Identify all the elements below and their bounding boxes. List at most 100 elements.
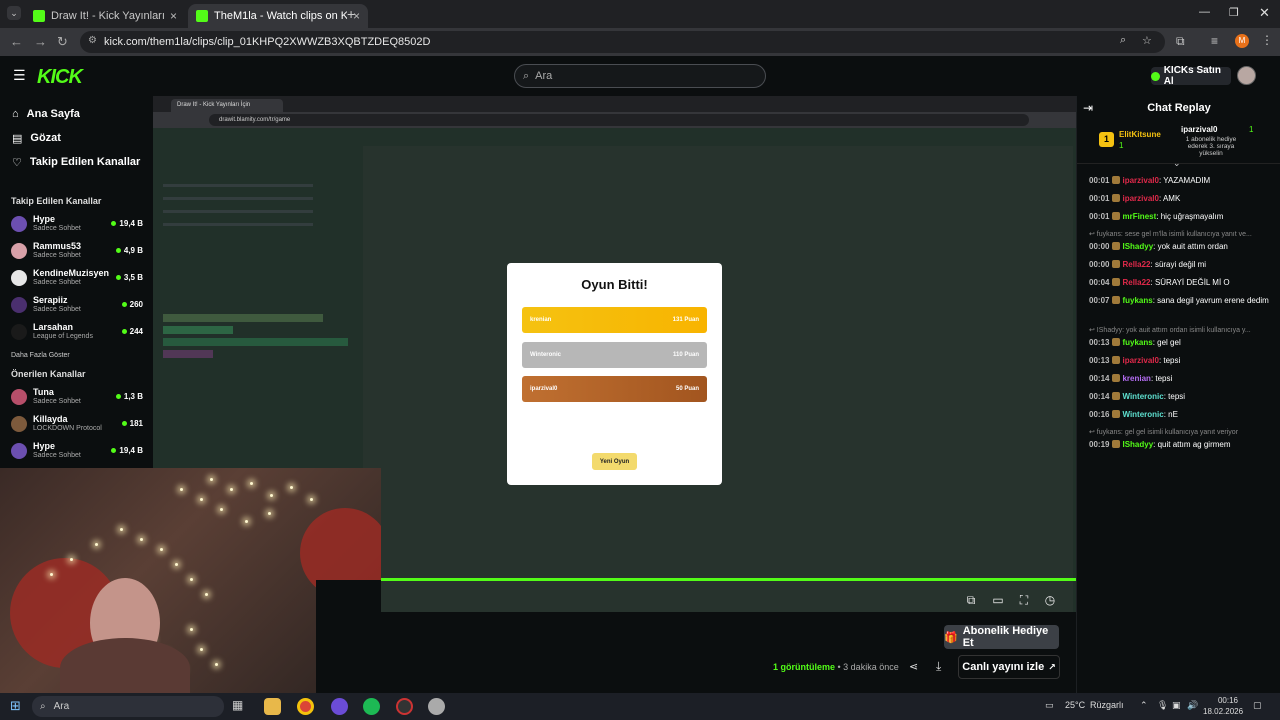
message-username[interactable]: Rella22 [1122,278,1150,287]
download-icon[interactable]: ⤓ [936,659,941,674]
chrome-icon[interactable] [297,698,314,715]
window-close-button[interactable]: ✕ [1259,5,1270,21]
theater-mode-icon[interactable]: ▭ [991,593,1005,607]
expand-icon[interactable]: ⌄ [1173,158,1181,169]
message-username[interactable]: IShadyy [1122,440,1153,449]
watch-live-button[interactable]: Canlı yayını izle ↗ [958,655,1060,679]
gift-subscription-button[interactable]: 🎁 Abonelik Hediye Et [944,625,1059,649]
file-explorer-icon[interactable] [264,698,281,715]
message-username[interactable]: Winteronic [1122,410,1163,419]
microphone-icon[interactable]: 🎙 [1157,700,1168,711]
back-icon[interactable]: ← [10,34,23,49]
channel-name: Hype [33,440,56,451]
media-controls-icon[interactable]: ≡ [1211,34,1218,48]
buy-kicks-button[interactable]: KICKs Satın Al [1151,65,1231,87]
channel-name: Serapiiz [33,294,68,305]
message-username[interactable]: iparzival0 [1122,194,1158,203]
channel-item[interactable]: Serapiiz Sadece Sohbet 260 [0,291,153,318]
nav-following[interactable]: ♡ Takip Edilen Kanallar [0,150,153,174]
notification-icon[interactable]: ▢ [1253,700,1262,711]
tab-search-button[interactable]: ⌄ [7,6,21,20]
channel-category: Sadece Sohbet [33,451,81,459]
app-icon[interactable] [331,698,348,715]
url-bar[interactable]: ⚙ kick.com/them1la/clips/clip_01KHPQ2XWW… [80,31,1165,53]
channel-item[interactable]: Hype Sadece Sohbet 19,4 B [0,437,153,464]
message-username[interactable]: Winteronic [1122,392,1163,401]
reload-icon[interactable]: ↻ [57,34,68,50]
view-count: 1 görüntüleme [773,662,836,672]
nav-browse[interactable]: ▤ Gözat [0,126,153,150]
spotify-icon[interactable] [363,698,380,715]
message-username[interactable]: fuykans [1122,338,1152,347]
top-gifter-count: 1 [1119,141,1124,150]
sidebar: ⌂ Ana Sayfa ▤ Gözat ♡ Takip Edilen Kanallar… [0,96,153,516]
channel-item[interactable]: Larsahan League of Legends 244 [0,318,153,345]
windows-start-icon[interactable]: ⊞ [10,698,21,714]
light-bulb [290,486,293,489]
message-username[interactable]: iparzival0 [1122,176,1158,185]
volume-icon[interactable]: 🔊 [1187,700,1198,711]
message-username[interactable]: IShadyy [1122,242,1153,251]
message-text: : sürayi değil mi [1150,260,1207,269]
video-progress-bar[interactable] [317,578,1076,581]
tray-chevron-icon[interactable]: ⌃ [1140,700,1148,711]
playback-speed-icon[interactable]: ◷ [1043,593,1057,607]
fullscreen-icon[interactable]: ⛶ [1017,593,1031,607]
extensions-icon[interactable]: ⧉ [1176,34,1185,49]
pip-icon[interactable]: ⧉ [964,593,978,607]
message-username[interactable]: mrFinest [1122,212,1156,221]
minimize-button[interactable]: — [1199,6,1210,18]
search-input[interactable]: ⌕ Ara [514,64,766,88]
channel-item[interactable]: KendineMuzisyen Sadece Sohbet 3,5 B [0,264,153,291]
message-time: 00:04 [1089,278,1110,287]
clock-date: 18.02.2026 [1203,707,1244,716]
channel-info: Tuna Sadece Sohbet [33,387,110,407]
hamburger-menu-icon[interactable]: ☰ [13,67,26,84]
close-icon[interactable]: × [170,9,177,23]
score-row-3: iparzival0 50 Puan [522,376,707,402]
badge-icon [1112,176,1121,184]
kick-logo[interactable]: KICK [37,66,83,89]
app-icon[interactable] [396,698,413,715]
nav-home[interactable]: ⌂ Ana Sayfa [0,102,153,126]
site-info-icon[interactable]: ⚙ [88,35,97,46]
light-bulb [70,558,73,561]
message-username[interactable]: iparzival0 [1122,356,1158,365]
profile-avatar[interactable]: M [1235,34,1249,48]
channel-item[interactable]: Killayda LOCKDOWN Protocol 181 [0,410,153,437]
channel-item[interactable]: Rammus53 Sadece Sohbet 4,9 B [0,237,153,264]
new-tab-button[interactable]: + [347,6,355,22]
app-icon[interactable] [428,698,445,715]
share-icon[interactable]: ⋖ [909,660,918,673]
menu-icon[interactable]: ⋮ [1261,33,1273,47]
network-icon[interactable]: ▣ [1172,700,1181,711]
chat-message: 00:13 fuykans: gel gel [1089,338,1275,348]
score-points: 50 Puan [675,386,699,392]
tab-draw-it[interactable]: Draw It! - Kick Yayınları İçin Çiz × [25,4,185,28]
taskbar-search[interactable]: ⌕ Ara [32,696,224,717]
search-icon: ⌕ [523,69,530,82]
channel-item[interactable]: Hype Sadece Sohbet 19,4 B [0,210,153,237]
tab-them1la[interactable]: TheM1la - Watch clips on K × [188,4,368,28]
windows-taskbar: ⊞ ⌕ Ara ▦ ▭ 25°C Rüzgarlı ⌃ 🎙 ▣ 🔊 00:16 … [0,693,1280,720]
channel-item[interactable]: Tuna Sadece Sohbet 1,3 B [0,383,153,410]
inner-url: drawit.blamity.com/tr/game [209,114,1029,126]
channel-info: Hype Sadece Sohbet [33,441,105,461]
light-bulb [50,573,53,576]
user-avatar[interactable] [1237,66,1256,85]
bookmark-star-icon[interactable]: ☆ [1142,34,1152,47]
message-username[interactable]: krenian [1122,374,1150,383]
clock[interactable]: 00:16 [1213,696,1243,706]
maximize-button[interactable]: ❐ [1229,6,1239,19]
show-more-link[interactable]: Daha Fazla Göster [0,345,153,365]
message-username[interactable]: Rella22 [1122,260,1150,269]
kick-header: ☰ KICK ⌕ Ara KICKs Satın Al [0,56,1280,96]
forward-icon[interactable]: → [34,34,47,49]
badge-icon [1112,278,1121,286]
badge-icon [1112,212,1121,220]
zoom-icon[interactable]: ⌕ [1120,34,1126,47]
message-username[interactable]: fuykans [1122,296,1152,305]
message-time: 00:14 [1089,392,1110,401]
task-view-icon[interactable]: ▦ [232,698,249,715]
new-game-button[interactable]: Yeni Oyun [592,453,637,470]
